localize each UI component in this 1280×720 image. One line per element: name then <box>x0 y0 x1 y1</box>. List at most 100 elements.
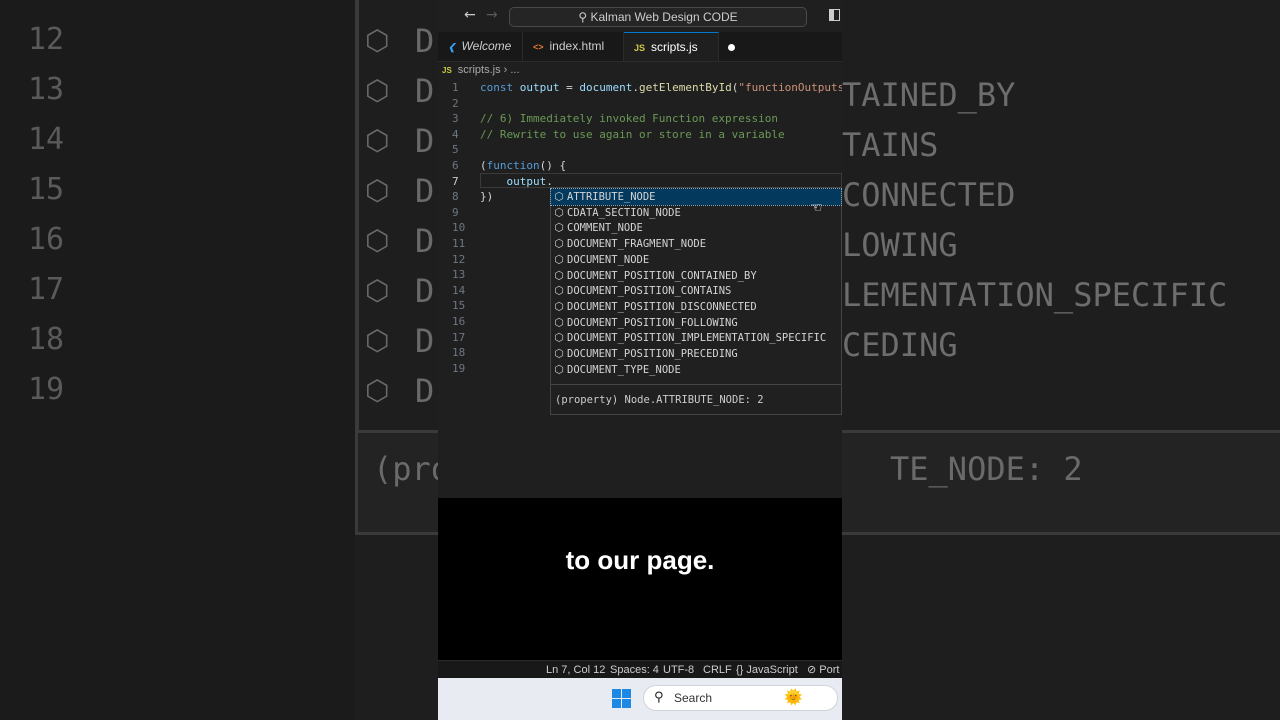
property-icon: ⬡ <box>554 315 564 329</box>
video-caption: to our page. <box>565 545 715 575</box>
property-icon: ⬡ <box>554 331 564 345</box>
property-icon: ⬡ <box>554 284 564 298</box>
property-icon: ⬡ <box>365 374 390 407</box>
line-number: 8 <box>452 190 459 204</box>
tab-label: scripts.js <box>651 40 698 54</box>
property-icon: ⬡ <box>554 221 564 235</box>
status-ports-label: Port <box>819 664 840 676</box>
line-number: 17 <box>452 330 466 344</box>
line-number: 16 <box>452 315 466 328</box>
property-icon: ⬡ <box>554 237 564 251</box>
search-icon: ⚲ <box>578 10 588 24</box>
property-icon: ⬡ <box>365 274 390 307</box>
command-center-label: Kalman Web Design CODE <box>590 10 738 24</box>
background-detail-left: (pro <box>373 450 438 488</box>
suggestion-widget: ⬡ ATTRIBUTE_NODE ⬡ CDATA_SECTION_NODE ⬡ COMME… <box>550 187 842 415</box>
windows-start-icon[interactable] <box>612 689 631 708</box>
vscode-window: ← → ⚲ Kalman Web Design CODE ❮ Welcome <>… <box>438 0 842 720</box>
code-line[interactable]: 1 const output = document.getElementById(… <box>438 80 842 96</box>
weather-icon: 🌞 <box>784 688 803 706</box>
suggestion-item[interactable]: ⬡ DOCUMENT_POSITION_PRECEDING <box>551 346 841 362</box>
suggestion-item[interactable]: ⬡ DOCUMENT_POSITION_DISCONNECTED <box>551 299 841 315</box>
js-icon: JS <box>634 43 646 53</box>
background-line-number: 13 <box>28 72 65 107</box>
code-line[interactable]: 3 // 6) Immediately invoked Function expr… <box>438 111 842 127</box>
property-icon: ⬡ <box>554 268 564 282</box>
status-cursor-position[interactable]: Ln 7, Col 12 <box>546 661 605 679</box>
background-line-number: 18 <box>28 322 65 357</box>
property-icon: ⬡ <box>554 347 564 360</box>
property-icon: ⬡ <box>365 24 390 57</box>
tab-scripts-js[interactable]: JS scripts.js <box>624 32 735 61</box>
property-icon: ⬡ <box>365 174 390 207</box>
line-number: 15 <box>452 299 466 313</box>
status-ports[interactable]: ⊘ Port <box>807 661 839 679</box>
suggestion-label: DOCUMENT_POSITION_CONTAINED_BY <box>567 269 757 282</box>
line-number: 14 <box>452 283 466 297</box>
command-center[interactable]: ⚲ Kalman Web Design CODE <box>509 7 807 27</box>
status-eol[interactable]: CRLF <box>703 661 732 679</box>
vscode-icon: ❮ <box>448 42 456 52</box>
tab-welcome[interactable]: ❮ Welcome <box>438 32 523 61</box>
taskbar-search-box[interactable]: ⚲ Search 🌞 <box>643 685 838 711</box>
suggestion-label: ATTRIBUTE_NODE <box>567 191 656 203</box>
code-text: const output = document.getElementById("… <box>480 81 842 94</box>
code-line[interactable]: 6 (function() { <box>438 158 842 174</box>
suggestion-label: DOCUMENT_FRAGMENT_NODE <box>567 238 707 251</box>
background-fragment: D <box>415 22 435 60</box>
background-fragment: CEDING <box>842 326 958 364</box>
background-fragment: TAINS <box>842 126 939 164</box>
line-number: 12 <box>452 252 466 266</box>
suggestion-item[interactable]: ⬡ CDATA_SECTION_NODE <box>551 205 841 221</box>
line-number: 10 <box>452 221 466 235</box>
status-encoding[interactable]: UTF-8 <box>663 661 694 679</box>
back-icon[interactable]: ← <box>464 7 476 23</box>
background-fragment: D <box>415 172 435 210</box>
property-icon: ⬡ <box>365 224 390 257</box>
background-line-number: 14 <box>28 122 65 157</box>
line-number: 2 <box>452 96 459 110</box>
background-line-number: 19 <box>28 372 65 407</box>
breadcrumb-file[interactable]: scripts.js <box>458 64 501 76</box>
suggestion-label: COMMENT_NODE <box>567 222 643 235</box>
windows-taskbar: ⚲ Search 🌞 <box>438 678 842 720</box>
line-number: 7 <box>452 174 459 188</box>
status-indentation[interactable]: Spaces: 4 <box>610 661 659 679</box>
suggestion-item[interactable]: ⬡ DOCUMENT_POSITION_CONTAINS <box>551 283 841 299</box>
background-fragment: TAINED_BY <box>842 76 1016 114</box>
property-icon: ⬡ <box>554 190 564 203</box>
suggestion-item[interactable]: ⬡ DOCUMENT_NODE <box>551 252 841 268</box>
background-line-number: 17 <box>28 272 65 307</box>
line-number: 4 <box>452 127 459 141</box>
line-number: 9 <box>452 205 459 219</box>
suggestion-item[interactable]: ⬡ DOCUMENT_FRAGMENT_NODE <box>551 236 841 252</box>
breadcrumb-rest[interactable]: ... <box>510 64 519 76</box>
suggestion-item[interactable]: ⬡ DOCUMENT_POSITION_CONTAINED_BY <box>551 268 841 284</box>
code-line[interactable]: 2 <box>438 96 842 112</box>
suggestion-label: CDATA_SECTION_NODE <box>567 206 681 219</box>
code-line[interactable]: 5 <box>438 142 842 158</box>
code-line[interactable]: 4 // Rewrite to use again or store in a v… <box>438 127 842 143</box>
line-number: 5 <box>452 143 459 157</box>
background-line-number: 16 <box>28 222 65 257</box>
suggestion-item[interactable]: ⬡ DOCUMENT_TYPE_NODE <box>551 362 841 378</box>
property-icon: ⬡ <box>554 252 564 266</box>
search-icon: ⚲ <box>654 690 664 705</box>
suggestion-item[interactable]: ⬡ ATTRIBUTE_NODE <box>550 188 842 206</box>
taskbar-search-label: Search <box>674 691 713 705</box>
toggle-sidebar-icon[interactable] <box>829 9 840 21</box>
tab-index-html[interactable]: <> index.html <box>523 32 624 61</box>
suggestion-item[interactable]: ⬡ DOCUMENT_POSITION_FOLLOWING <box>551 315 841 331</box>
status-language[interactable]: {} JavaScript <box>736 661 798 679</box>
suggestion-label: DOCUMENT_POSITION_DISCONNECTED <box>567 300 757 313</box>
unsaved-dot-icon[interactable] <box>727 44 735 52</box>
suggestion-item[interactable]: ⬡ DOCUMENT_POSITION_IMPLEMENTATION_SPECIF… <box>551 330 841 346</box>
breadcrumb: JS scripts.js › ... <box>438 62 842 78</box>
property-icon: ⬡ <box>554 205 564 219</box>
title-bar: ← → ⚲ Kalman Web Design CODE <box>438 0 842 32</box>
line-number: 13 <box>452 268 466 282</box>
tab-bar: ❮ Welcome <> index.html JS scripts.js <box>438 32 842 62</box>
property-icon: ⬡ <box>365 74 390 107</box>
forward-icon[interactable]: → <box>486 7 498 23</box>
suggestion-item[interactable]: ⬡ COMMENT_NODE <box>551 220 841 236</box>
